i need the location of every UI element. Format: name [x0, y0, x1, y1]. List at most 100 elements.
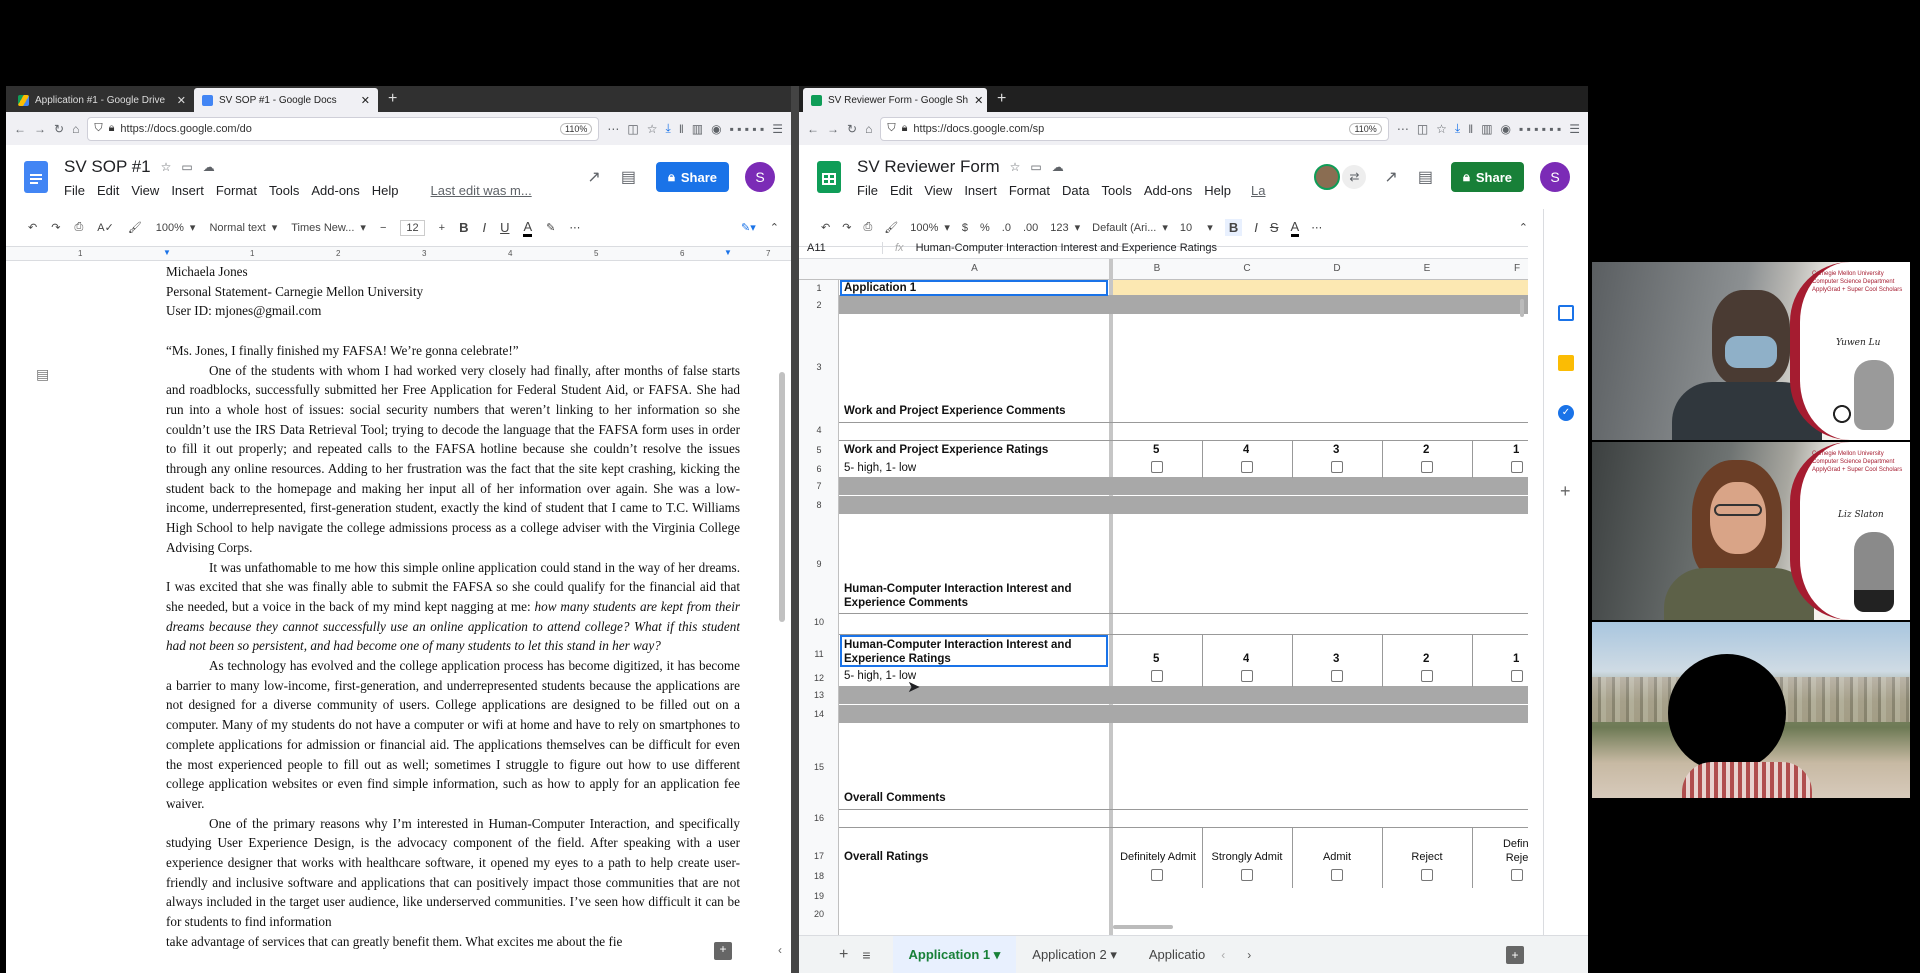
row-number[interactable]: 20 [799, 909, 839, 919]
comment-icon[interactable]: ▤ [621, 167, 636, 187]
italic-button[interactable]: I [482, 220, 486, 235]
overall-checkbox[interactable] [1241, 869, 1253, 881]
italic-button[interactable]: I [1254, 220, 1258, 235]
zoom-badge[interactable]: 110% [560, 122, 593, 135]
collapse-icon[interactable]: ⌃ [770, 221, 779, 234]
browser-tab-docs[interactable]: SV SOP #1 - Google Docs ✕ [194, 88, 378, 112]
row-number[interactable]: 9 [799, 559, 839, 569]
row-number[interactable]: 13 [799, 690, 839, 700]
spellcheck-icon[interactable]: A✓ [97, 221, 114, 234]
row-number[interactable]: 19 [799, 891, 839, 901]
font-select[interactable]: Default (Ari... ▾ [1092, 221, 1168, 235]
formula-input[interactable]: Human-Computer Interaction Interest and … [916, 242, 1217, 254]
new-tab-button[interactable]: + [987, 88, 1016, 112]
activity-trend-icon[interactable]: ↗ [587, 167, 600, 187]
video-tile-participant-3[interactable] [1592, 622, 1910, 798]
share-button[interactable]: 🔒︎ Share [1450, 162, 1524, 192]
redo-icon[interactable]: ↷ [842, 221, 851, 234]
explore-icon[interactable]: + [1506, 945, 1524, 964]
bookmark-star-icon[interactable]: ☆ [1436, 122, 1447, 136]
calendar-icon[interactable] [1558, 305, 1574, 321]
side-panel-toggle-icon[interactable]: ‹ [778, 943, 782, 957]
overall-checkbox[interactable] [1331, 869, 1343, 881]
row-number[interactable]: 14 [799, 709, 839, 719]
currency-button[interactable]: $ [962, 222, 968, 234]
vertical-scrollbar[interactable] [1520, 299, 1524, 317]
spreadsheet-grid[interactable]: A B C D E F 1 2 3 4 5 6 7 8 9 10 11 12 1… [799, 259, 1528, 935]
row-number[interactable]: 4 [799, 425, 839, 435]
scroll-tabs-left-icon[interactable]: ‹ [1221, 948, 1225, 962]
rating-checkbox[interactable] [1511, 670, 1523, 682]
tasks-icon[interactable]: ✓ [1558, 405, 1574, 421]
print-icon[interactable]: ⎙ [74, 221, 83, 234]
strikethrough-button[interactable]: S [1270, 220, 1279, 235]
font-size-input[interactable]: 12 [400, 219, 425, 236]
menu-icon[interactable]: ☰ [1569, 122, 1580, 136]
pocket-icon[interactable]: ◫ [1417, 122, 1428, 136]
rating-checkbox[interactable] [1421, 461, 1433, 473]
address-bar[interactable]: ⛉ 🔒︎ https://docs.google.com/do 110% [87, 116, 600, 141]
outline-icon[interactable]: ▤ [36, 366, 49, 383]
rating-checkbox[interactable] [1241, 670, 1253, 682]
zoom-select[interactable]: 100% ▾ [156, 221, 196, 235]
sidebar-icon[interactable]: ▥ [692, 122, 703, 136]
column-f-header[interactable]: F [1472, 263, 1528, 274]
text-color-button[interactable]: A [523, 219, 533, 237]
keep-icon[interactable] [1558, 355, 1574, 371]
star-icon[interactable]: ☆ [1010, 160, 1021, 174]
add-comment-icon[interactable]: + [714, 942, 732, 960]
menu-addons[interactable]: Add-ons [311, 183, 359, 198]
row-number[interactable]: 8 [799, 500, 839, 510]
menu-help[interactable]: Help [372, 183, 399, 198]
last-edit-link[interactable]: La [1251, 183, 1265, 198]
row-number[interactable]: 16 [799, 813, 839, 823]
row-number[interactable]: 17 [799, 851, 839, 861]
row-number[interactable]: 5 [799, 445, 839, 455]
editing-mode-icon[interactable]: ✎▾ [741, 221, 756, 234]
sidebar-icon[interactable]: ▥ [1481, 122, 1492, 136]
column-b-header[interactable]: B [1112, 263, 1202, 274]
rating-checkbox[interactable] [1151, 461, 1163, 473]
undo-icon[interactable]: ↶ [821, 221, 830, 234]
number-format-select[interactable]: 123 ▾ [1050, 221, 1080, 235]
rating-checkbox[interactable] [1331, 461, 1343, 473]
bookmark-star-icon[interactable]: ☆ [647, 122, 658, 136]
menu-tools[interactable]: Tools [269, 183, 299, 198]
row-number[interactable]: 10 [799, 617, 839, 627]
frozen-column-divider[interactable] [1109, 259, 1113, 935]
browser-tab-drive[interactable]: Application #1 - Google Drive ✕ [10, 88, 194, 112]
back-icon[interactable]: ← [14, 122, 26, 136]
highlight-icon[interactable]: ✎ [546, 221, 555, 234]
avatar[interactable]: S [745, 162, 775, 192]
decrease-decimal-button[interactable]: .0 [1002, 222, 1011, 234]
menu-addons[interactable]: Add-ons [1144, 183, 1192, 198]
move-folder-icon[interactable]: ▭ [181, 160, 192, 174]
redo-icon[interactable]: ↷ [51, 221, 60, 234]
document-page[interactable]: Michaela Jones Personal Statement- Carne… [166, 262, 740, 973]
bold-button[interactable]: B [459, 220, 468, 235]
menu-format[interactable]: Format [1009, 183, 1050, 198]
back-icon[interactable]: ← [807, 122, 819, 136]
avatar[interactable]: S [1540, 162, 1570, 192]
more-icon[interactable]: ⋯ [569, 221, 580, 234]
menu-file[interactable]: File [64, 183, 85, 198]
close-icon[interactable]: ✕ [361, 94, 370, 107]
row-number[interactable]: 15 [799, 762, 839, 772]
more-icon[interactable]: ⋯ [1311, 221, 1322, 234]
menu-insert[interactable]: Insert [171, 183, 204, 198]
last-edit-link[interactable]: Last edit was m... [431, 183, 532, 198]
row-number[interactable]: 18 [799, 871, 839, 881]
video-tile-participant-1[interactable]: Carnegie Mellon University Computer Scie… [1592, 262, 1910, 440]
menu-file[interactable]: File [857, 183, 878, 198]
download-icon[interactable]: ⤓ [1455, 121, 1460, 136]
row-number[interactable]: 2 [799, 300, 839, 310]
menu-edit[interactable]: Edit [890, 183, 912, 198]
paint-format-icon[interactable]: 🖌︎ [128, 221, 142, 234]
print-icon[interactable]: ⎙ [863, 221, 872, 234]
column-c-header[interactable]: C [1202, 263, 1292, 274]
column-a-header[interactable]: A [839, 263, 1110, 274]
collapse-icon[interactable]: ⌃ [1519, 221, 1528, 234]
font-size-select[interactable]: 10 ▾ [1180, 221, 1213, 235]
rating-checkbox[interactable] [1421, 670, 1433, 682]
underline-button[interactable]: U [500, 220, 509, 235]
